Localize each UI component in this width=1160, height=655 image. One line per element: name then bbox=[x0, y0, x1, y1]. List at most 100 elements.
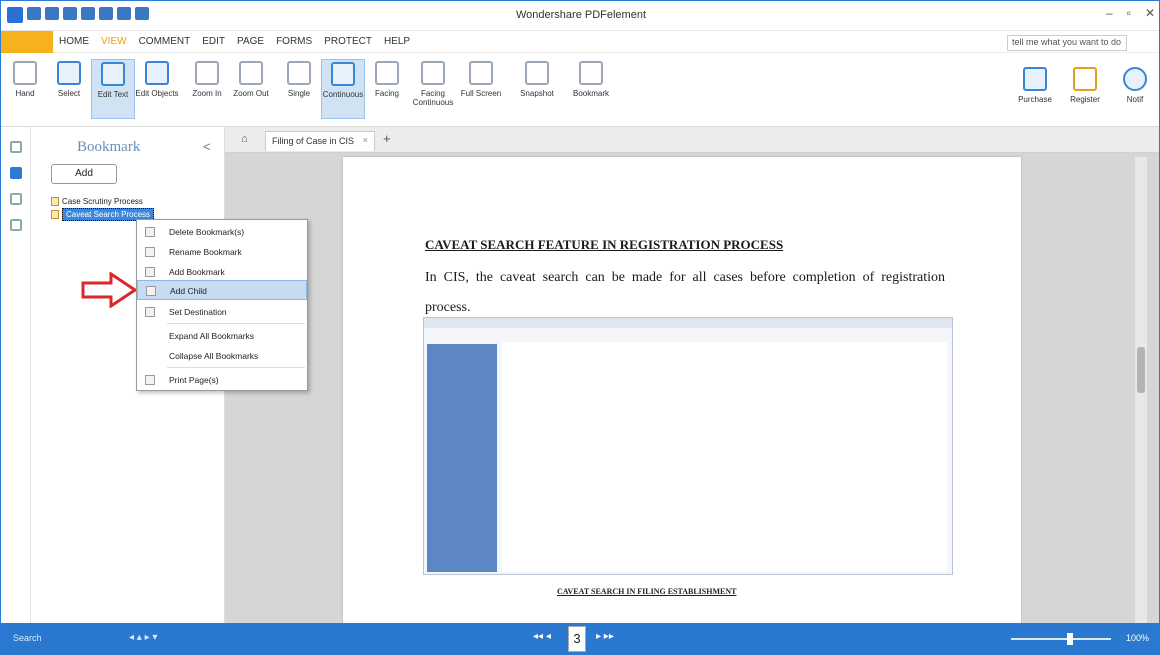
document-paragraph[interactable]: In CIS, the caveat search can be made fo… bbox=[425, 263, 945, 323]
menu-forms[interactable]: FORMS bbox=[276, 36, 312, 47]
menu-view[interactable]: VIEW bbox=[101, 36, 127, 47]
select-label: Select bbox=[57, 89, 81, 98]
menu-protect[interactable]: PROTECT bbox=[324, 36, 372, 47]
hand-icon bbox=[13, 61, 37, 85]
embedded-topbar bbox=[424, 318, 952, 328]
view-mode-icons[interactable]: ◂ ▴ ▸ ▾ bbox=[129, 632, 157, 643]
page-number-input[interactable]: 3 bbox=[568, 626, 586, 652]
single-button[interactable]: Single bbox=[277, 59, 321, 119]
zoom-slider-knob[interactable] bbox=[1067, 633, 1074, 645]
zoom-in-icon bbox=[195, 61, 219, 85]
attachment-icon[interactable] bbox=[9, 193, 22, 205]
close-icon[interactable]: ✕ bbox=[1145, 6, 1155, 20]
zoom-out-icon bbox=[239, 61, 263, 85]
context-collapse-all[interactable]: Collapse All Bookmarks bbox=[137, 346, 307, 366]
menu-divider bbox=[167, 323, 305, 324]
zoom-in-label: Zoom In bbox=[192, 89, 222, 98]
menu-edit[interactable]: EDIT bbox=[202, 36, 225, 47]
embedded-left-nav bbox=[427, 344, 497, 572]
menu-bar: HOME VIEW COMMENT EDIT PAGE FORMS PROTEC… bbox=[1, 31, 1159, 53]
zoom-level[interactable]: 100% bbox=[1126, 633, 1149, 643]
bookmark-panel-icon[interactable] bbox=[9, 167, 22, 179]
collapse-panel-icon[interactable]: < bbox=[203, 139, 211, 154]
hand-button[interactable]: Hand bbox=[3, 59, 47, 119]
bookmark-icon bbox=[579, 61, 603, 85]
zoom-out-button[interactable]: Zoom Out bbox=[229, 59, 273, 119]
document-heading[interactable]: CAVEAT SEARCH FEATURE IN REGISTRATION PR… bbox=[425, 237, 783, 253]
home-tab-icon[interactable]: ⌂ bbox=[241, 133, 248, 145]
register-label: Register bbox=[1070, 95, 1100, 104]
scrollbar-thumb[interactable] bbox=[1137, 347, 1145, 393]
context-rename-bookmark[interactable]: Rename Bookmark bbox=[137, 242, 307, 262]
context-add-child[interactable]: Add Child bbox=[137, 280, 307, 300]
select-button[interactable]: Select bbox=[47, 59, 91, 119]
facing-label: Facing bbox=[374, 89, 399, 98]
context-delete-bookmark[interactable]: Delete Bookmark(s) bbox=[137, 222, 307, 242]
menu-comment[interactable]: COMMENT bbox=[139, 36, 191, 47]
continuous-icon bbox=[331, 62, 355, 86]
thumbnail-icon[interactable] bbox=[9, 141, 22, 153]
single-label: Single bbox=[287, 89, 311, 98]
single-page-icon bbox=[287, 61, 311, 85]
bookmark-item[interactable]: Case Scrutiny Process bbox=[51, 197, 143, 206]
context-item-label: Collapse All Bookmarks bbox=[169, 351, 259, 361]
bookmark-item-icon bbox=[51, 210, 59, 219]
context-item-label: Set Destination bbox=[169, 307, 227, 317]
file-tab[interactable] bbox=[1, 31, 53, 53]
continuous-button[interactable]: Continuous bbox=[321, 59, 365, 119]
document-tabs: ⌂ Filing of Case in CIS × + bbox=[225, 127, 1159, 153]
edit-objects-icon bbox=[145, 61, 169, 85]
prev-page-buttons[interactable]: ◂◂ ◂ bbox=[533, 631, 551, 642]
new-tab-icon[interactable]: + bbox=[383, 131, 391, 146]
maximize-icon[interactable]: ▫ bbox=[1127, 6, 1131, 20]
add-bookmark-icon bbox=[145, 267, 155, 277]
bookmark-item-icon bbox=[51, 197, 59, 206]
tell-me-search[interactable]: tell me what you want to do bbox=[1007, 35, 1127, 51]
next-page-buttons[interactable]: ▸ ▸▸ bbox=[596, 631, 614, 642]
vertical-scrollbar[interactable] bbox=[1135, 157, 1147, 623]
user-icon bbox=[1073, 67, 1097, 91]
select-icon bbox=[57, 61, 81, 85]
facing-icon bbox=[375, 61, 399, 85]
register-button[interactable]: Register bbox=[1063, 65, 1107, 125]
notification-button[interactable]: Notif bbox=[1113, 65, 1157, 125]
figure-caption[interactable]: CAVEAT SEARCH IN FILING ESTABLISHMENT bbox=[557, 587, 736, 596]
full-screen-label: Full Screen bbox=[460, 89, 502, 98]
context-add-bookmark[interactable]: Add Bookmark bbox=[137, 262, 307, 282]
zoom-slider[interactable] bbox=[1011, 633, 1111, 645]
window-controls: – ▫ ✕ bbox=[1106, 6, 1155, 20]
print-icon bbox=[145, 375, 155, 385]
context-print-pages[interactable]: Print Page(s) bbox=[137, 370, 307, 390]
context-item-label: Rename Bookmark bbox=[169, 247, 242, 257]
edit-objects-button[interactable]: Edit Objects bbox=[135, 59, 179, 119]
bookmark-button[interactable]: Bookmark bbox=[569, 59, 613, 119]
menu-home[interactable]: HOME bbox=[59, 36, 89, 47]
app-window: Wondershare PDFelement – ▫ ✕ HOME VIEW C… bbox=[0, 0, 1160, 655]
close-tab-icon[interactable]: × bbox=[363, 135, 368, 145]
search-icon[interactable] bbox=[9, 219, 22, 231]
full-screen-button[interactable]: Full Screen bbox=[459, 59, 503, 119]
notification-icon bbox=[1123, 67, 1147, 91]
context-item-label: Print Page(s) bbox=[169, 375, 219, 385]
left-panel-icons bbox=[1, 127, 31, 623]
facing-continuous-label: Facing Continuous bbox=[412, 89, 454, 107]
embedded-screenshot[interactable] bbox=[423, 317, 953, 575]
document-tab[interactable]: Filing of Case in CIS × bbox=[265, 131, 375, 151]
zoom-in-button[interactable]: Zoom In bbox=[185, 59, 229, 119]
bookmark-label: Bookmark bbox=[572, 89, 609, 98]
bookmark-item-label: Case Scrutiny Process bbox=[62, 197, 143, 206]
ribbon-toolbar: Hand Select Edit Text Edit Objects Zoom … bbox=[1, 53, 1159, 127]
facing-button[interactable]: Facing bbox=[365, 59, 409, 119]
flag-icon bbox=[145, 307, 155, 317]
add-bookmark-button[interactable]: Add bbox=[51, 164, 117, 184]
minimize-icon[interactable]: – bbox=[1106, 6, 1113, 20]
purchase-button[interactable]: Purchase bbox=[1013, 65, 1057, 125]
context-expand-all[interactable]: Expand All Bookmarks bbox=[137, 326, 307, 346]
edit-text-button[interactable]: Edit Text bbox=[91, 59, 135, 119]
menu-page[interactable]: PAGE bbox=[237, 36, 264, 47]
context-set-destination[interactable]: Set Destination bbox=[137, 302, 307, 322]
snapshot-button[interactable]: Snapshot bbox=[515, 59, 559, 119]
context-item-label: Delete Bookmark(s) bbox=[169, 227, 245, 237]
facing-continuous-button[interactable]: Facing Continuous bbox=[411, 59, 455, 119]
menu-help[interactable]: HELP bbox=[384, 36, 410, 47]
